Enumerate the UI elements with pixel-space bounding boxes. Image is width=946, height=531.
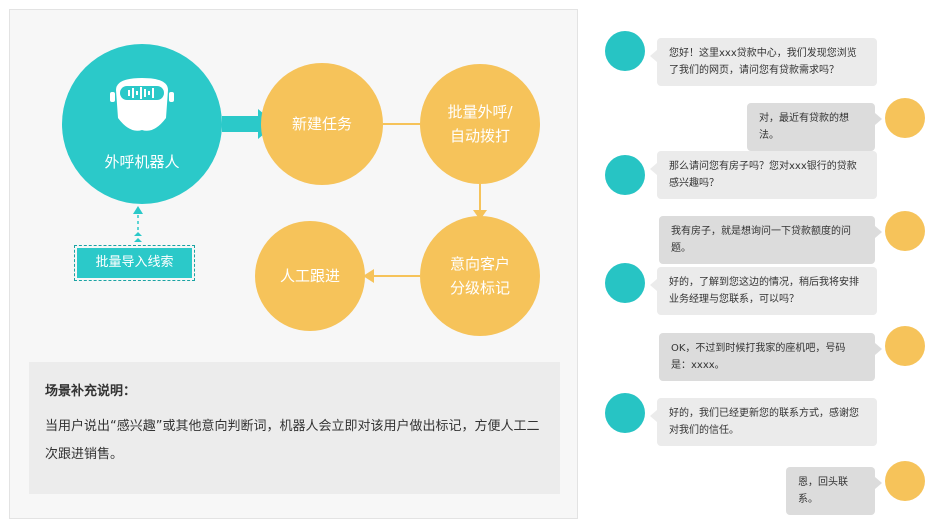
user-avatar-icon bbox=[885, 211, 925, 251]
manual-node-label: 人工跟进 bbox=[279, 267, 340, 285]
bot-avatar-icon bbox=[605, 155, 645, 195]
user-avatar-icon bbox=[885, 461, 925, 501]
user-avatar-icon bbox=[885, 326, 925, 366]
grading-node-label: 意向客户 分级标记 bbox=[449, 255, 510, 297]
robot-node-label: 外呼机器人 bbox=[104, 153, 180, 171]
chat-message-bot: 您好！这里xxx贷款中心，我们发现您浏览了我们的网页，请问您有贷款需求吗？ bbox=[650, 38, 877, 86]
chat-message-user: 对，最近有贷款的想法。 bbox=[747, 103, 882, 151]
user-avatar-icon bbox=[885, 98, 925, 138]
chat-message-bot: 那么请问您有房子吗？您对xxx银行的贷款感兴趣吗？ bbox=[650, 151, 877, 199]
import-leads-box: 批量导入线索 bbox=[74, 245, 195, 281]
scenario-note: 场景补充说明： 当用户说出“感兴趣”或其他意向判断词，机器人会立即对该用户做出标… bbox=[29, 362, 560, 494]
arrow-import-robot bbox=[133, 206, 143, 214]
note-body: 当用户说出“感兴趣”或其他意向判断词，机器人会立即对该用户做出标记，方便人工二次… bbox=[45, 419, 540, 462]
chat-message-bot: 好的，我们已经更新您的联系方式，感谢您对我们的信任。 bbox=[650, 398, 877, 446]
task-node-label: 新建任务 bbox=[291, 115, 352, 133]
chat-message-user: 恩，回头联系。 bbox=[786, 467, 882, 515]
bot-avatar-icon bbox=[605, 31, 645, 71]
batch-call-node-label: 批量外呼/ 自动拨打 bbox=[447, 103, 513, 145]
chat-message-user: OK，不过到时候打我家的座机吧，号码是：xxxx。 bbox=[659, 333, 882, 381]
chat-message-bot: 好的，了解到您这边的情况，稍后我将安排业务经理与您联系，可以吗？ bbox=[650, 267, 877, 315]
bot-avatar-icon bbox=[605, 393, 645, 433]
note-title: 场景补充说明： bbox=[45, 384, 137, 399]
chat-message-user: 我有房子，就是想询问一下贷款额度的问题。 bbox=[659, 216, 882, 264]
bot-avatar-icon bbox=[605, 263, 645, 303]
